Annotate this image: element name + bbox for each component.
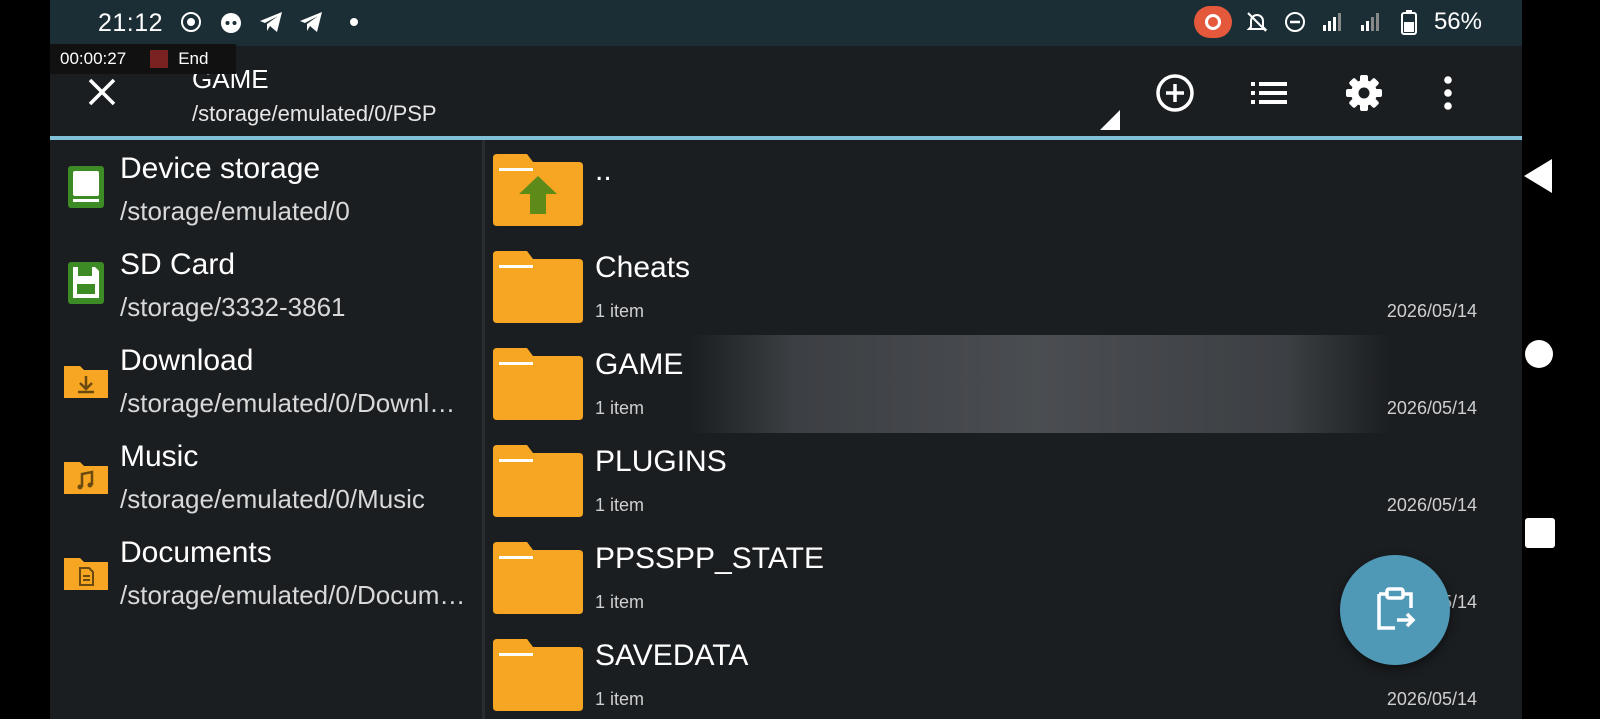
file-name: Cheats <box>595 251 691 284</box>
app-screen: 21:12 56% GAME /storage/emulated/0/PSP 0… <box>50 0 1522 719</box>
file-name: SAVEDATA <box>595 639 749 672</box>
telegram-icon <box>298 9 324 35</box>
stop-record-icon[interactable] <box>150 50 169 68</box>
back-icon[interactable] <box>1524 159 1552 193</box>
sidebar-item-path: /storage/emulated/0/Documents <box>120 580 468 610</box>
file-item-count: 1 item <box>595 495 645 515</box>
file-name: .. <box>595 154 612 187</box>
navigation-bar <box>1522 0 1600 719</box>
signal-icon <box>1358 9 1384 35</box>
sidebar-item-path: /storage/emulated/0 <box>120 196 350 226</box>
screen-recorder-overlay: 00:00:27 End <box>50 44 236 74</box>
android-icon <box>218 9 244 35</box>
more-vert-icon <box>1444 76 1452 110</box>
status-bar: 21:12 56% <box>50 0 1522 46</box>
touch-blur-overlay <box>690 335 1390 433</box>
folder-icon <box>493 542 583 614</box>
close-button[interactable] <box>80 70 124 114</box>
sd-card-icon <box>68 262 104 304</box>
folder-icon <box>493 445 583 517</box>
file-item-count: 1 item <box>595 689 645 709</box>
sidebar-item-path: /storage/3332-3861 <box>120 292 346 322</box>
sidebar-item-sd-card[interactable]: SD Card /storage/3332-3861 <box>50 236 482 332</box>
folder-icon <box>493 251 583 323</box>
sidebar-item-download[interactable]: Download /storage/emulated/0/Download <box>50 332 482 428</box>
paste-fab-button[interactable] <box>1340 555 1450 665</box>
parent-folder-icon <box>493 154 583 226</box>
status-time: 21:12 <box>98 9 164 37</box>
sidebar-item-device-storage[interactable]: Device storage /storage/emulated/0 <box>50 140 482 236</box>
sidebar-item-label: SD Card <box>120 248 236 281</box>
paste-icon <box>1377 587 1416 630</box>
storage-sidebar: Device storage /storage/emulated/0 SD Ca… <box>50 140 485 719</box>
battery-icon <box>1396 9 1422 35</box>
folder-icon <box>493 639 583 711</box>
add-circle-icon <box>1156 74 1194 112</box>
sidebar-item-label: Download <box>120 344 254 377</box>
new-item-button[interactable] <box>1152 70 1198 116</box>
documents-folder-icon <box>64 558 108 590</box>
folder-path[interactable]: /storage/emulated/0/PSP <box>192 101 437 127</box>
bell-off-icon <box>1244 9 1270 35</box>
close-icon <box>88 78 116 106</box>
file-item-count: 1 item <box>595 398 645 418</box>
screen-record-icon <box>178 9 204 35</box>
settings-icon <box>1346 75 1382 111</box>
file-name: PLUGINS <box>595 445 727 478</box>
list-view-icon <box>1251 82 1287 104</box>
file-date: 2026/05/14 <box>1386 398 1477 418</box>
sidebar-item-path: /storage/emulated/0/Download <box>120 388 468 418</box>
list-item-parent[interactable]: .. <box>485 140 1522 237</box>
sidebar-item-label: Music <box>120 440 199 473</box>
file-item-count: 1 item <box>595 301 645 321</box>
dot-icon <box>350 18 358 26</box>
folder-icon <box>493 348 583 420</box>
sidebar-item-label: Device storage <box>120 152 321 185</box>
view-mode-button[interactable] <box>1246 70 1292 116</box>
sidebar-item-music[interactable]: Music /storage/emulated/0/Music <box>50 428 482 524</box>
recording-timer: 00:00:27 <box>60 49 127 68</box>
recording-pill-icon[interactable] <box>1193 6 1232 38</box>
list-item-folder[interactable]: Cheats 1 item 2026/05/14 <box>485 237 1522 334</box>
music-folder-icon <box>64 462 108 494</box>
path-dropdown-indicator[interactable] <box>1100 110 1120 130</box>
home-icon[interactable] <box>1525 340 1553 368</box>
file-name: GAME <box>595 348 684 381</box>
end-recording-button[interactable]: End <box>178 49 208 69</box>
sidebar-item-path: /storage/emulated/0/Music <box>120 484 425 514</box>
status-notification-icons <box>178 9 358 35</box>
settings-button[interactable] <box>1341 70 1387 116</box>
battery-percent: 56% <box>1433 8 1482 35</box>
recent-apps-icon[interactable] <box>1525 518 1555 548</box>
list-item-folder[interactable]: PLUGINS 1 item 2026/05/14 <box>485 431 1522 528</box>
file-date: 2026/05/14 <box>1386 495 1477 515</box>
file-name: PPSSPP_STATE <box>595 542 824 575</box>
sidebar-item-documents[interactable]: Documents /storage/emulated/0/Documents <box>50 524 482 620</box>
device-storage-icon <box>68 166 104 208</box>
overflow-menu-button[interactable] <box>1425 70 1471 116</box>
status-system-icons: 56% <box>1193 6 1482 38</box>
sidebar-item-label: Documents <box>120 536 272 569</box>
file-item-count: 1 item <box>595 592 645 612</box>
download-folder-icon <box>64 366 108 398</box>
file-date: 2026/05/14 <box>1386 689 1477 709</box>
telegram-icon <box>258 9 284 35</box>
toolbar: GAME /storage/emulated/0/PSP <box>50 46 1522 136</box>
dnd-icon <box>1282 9 1308 35</box>
signal-icon <box>1320 9 1346 35</box>
file-date: 2026/05/14 <box>1386 301 1477 321</box>
